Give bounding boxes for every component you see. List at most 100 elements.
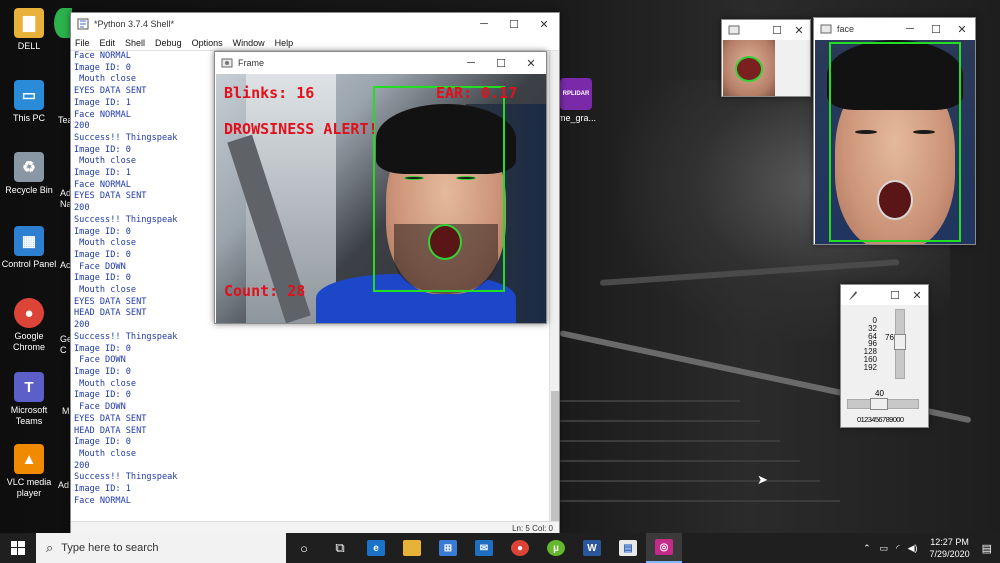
shell-output-line: Image ID: 0 [74,390,131,401]
close-button[interactable]: ✕ [529,13,559,35]
menu-help[interactable]: Help [275,38,294,48]
menu-options[interactable]: Options [192,38,223,48]
menu-shell[interactable]: Shell [125,38,145,48]
shell-output-line: Success!! Thingspeak [74,331,178,342]
feather-icon [849,291,857,300]
control-panel-icon: ▦ [14,226,44,256]
maximize-button[interactable]: ☐ [923,18,949,40]
face-window: face ─ ☐ ✕ [813,17,976,245]
taskbar-store[interactable]: ⊞ [430,533,466,563]
minimize-button[interactable]: ─ [469,13,499,35]
task-view-icon[interactable]: ⧉ [322,533,358,563]
image-file-icon: RPLIDAR [560,78,592,110]
start-button[interactable] [0,533,36,563]
wallpaper-stair [560,460,800,462]
shell-titlebar[interactable]: *Python 3.7.4 Shell* ─ ☐ ✕ [71,13,559,35]
taskbar-chrome[interactable]: ● [502,533,538,563]
minimize-button[interactable]: ─ [897,18,923,40]
shell-output-line: Face DOWN [74,355,126,366]
taskbar-edge[interactable]: e [358,533,394,563]
menu-file[interactable]: File [75,38,90,48]
shell-output-line: Face DOWN [74,402,126,413]
taskbar-opencv[interactable]: ◎ [646,533,682,563]
horizontal-scale-labels: 0123456789000 [857,415,904,424]
desktop-icon-this-pc[interactable]: ▭ This PC [0,80,58,124]
monitor-icon: ▭ [14,80,44,110]
edge-icon: e [367,540,385,556]
desktop-icon-teams[interactable]: T Microsoft Teams [0,372,58,427]
battery-icon[interactable]: ▭ [880,543,889,554]
wallpaper-stair [560,480,820,482]
maximize-button[interactable]: ☐ [499,13,529,35]
wallpaper-stair [560,500,840,502]
horizontal-slider-value: 40 [875,389,884,398]
close-button[interactable]: ✕ [949,18,975,40]
mouth-titlebar[interactable]: ☐ ✕ [722,20,810,40]
shell-menubar: File Edit Shell Debug Options Window Hel… [71,35,559,51]
desktop-icon-vlc[interactable]: ▲ VLC media player [0,444,58,499]
face-crop [815,40,975,244]
vertical-slider[interactable] [894,309,906,379]
face-detection-box [829,42,961,242]
store-icon: ⊞ [439,540,457,556]
vertical-scale-labels: 0 32 64 96 128 160 192 [863,316,877,372]
shell-scrollbar[interactable] [549,51,559,523]
frame-window-icon [820,24,832,34]
ear-label: EAR: 0.17 [436,84,518,102]
taskbar-word[interactable]: W [574,533,610,563]
clock-date: 7/29/2020 [929,549,970,559]
taskbar-mail[interactable]: ✉ [466,533,502,563]
shell-output-line: Success!! Thingspeak [74,472,178,483]
close-button[interactable]: ✕ [516,52,546,74]
maximize-button[interactable]: ☐ [486,52,516,74]
desktop-icon-chrome[interactable]: ● Google Chrome [0,298,58,353]
taskbar-explorer[interactable] [394,533,430,563]
close-button[interactable]: ✕ [788,19,810,41]
horizontal-slider-thumb[interactable] [870,398,888,410]
recycle-bin-icon: ♻ [14,152,44,182]
menu-debug[interactable]: Debug [155,38,182,48]
frame-titlebar[interactable]: Frame ─ ☐ ✕ [215,52,546,74]
taskbar-clock[interactable]: 12:27 PM 7/29/2020 [930,536,970,560]
minimize-button[interactable]: ─ [456,52,486,74]
maximize-button[interactable]: ☐ [884,284,906,306]
shell-title: *Python 3.7.4 Shell* [94,19,175,29]
desktop-icon-recycle-bin[interactable]: ♻ Recycle Bin [0,152,58,196]
shell-output-line: EYES DATA SENT [74,413,147,424]
face-titlebar[interactable]: face ─ ☐ ✕ [814,18,975,40]
mouse-cursor-icon: ➤ [757,472,768,487]
wallpaper-stair [560,440,780,442]
taskbar-utorrent[interactable]: µ [538,533,574,563]
notifications-icon[interactable]: ▤ [982,542,992,555]
vertical-slider-value: 76 [885,333,894,342]
utorrent-icon: µ [547,540,565,556]
folder-user-icon: ▇ [14,8,44,38]
wifi-icon[interactable]: ◜ [896,543,900,554]
search-placeholder: Type here to search [61,542,159,554]
wallpaper-stair [560,420,760,422]
shell-output-line: Image ID: 0 [74,437,131,448]
clock-time: 12:27 PM [930,537,969,547]
horizontal-slider[interactable] [847,398,919,410]
vertical-slider-thumb[interactable] [894,334,906,350]
shell-output-line: Image ID: 0 [74,343,131,354]
taskbar-search-box[interactable]: ⌕ Type here to search [36,533,286,563]
tray-chevron-up-icon[interactable]: ⌃ [863,543,871,554]
taskbar-python[interactable]: ▤ [610,533,646,563]
desktop-icon-dell[interactable]: ▇ DELL [0,8,58,52]
mouth-crop [723,40,775,96]
close-button[interactable]: ✕ [906,284,928,306]
mail-icon: ✉ [475,540,493,556]
menu-window[interactable]: Window [233,38,265,48]
scrollbar-thumb[interactable] [551,391,559,521]
maximize-button[interactable]: ☐ [766,19,788,41]
chrome-icon: ● [511,540,529,556]
trackbar-titlebar[interactable]: ☐ ✕ [841,285,928,305]
cortana-icon[interactable]: ○ [286,533,322,563]
desktop-icon-control-panel[interactable]: ▦ Control Panel [0,226,58,270]
drowsiness-alert-label: DROWSINESS ALERT! [224,120,378,138]
menu-edit[interactable]: Edit [100,38,116,48]
word-icon: W [583,540,601,556]
chrome-icon: ● [14,298,44,328]
volume-icon[interactable]: ◀) [908,543,918,554]
